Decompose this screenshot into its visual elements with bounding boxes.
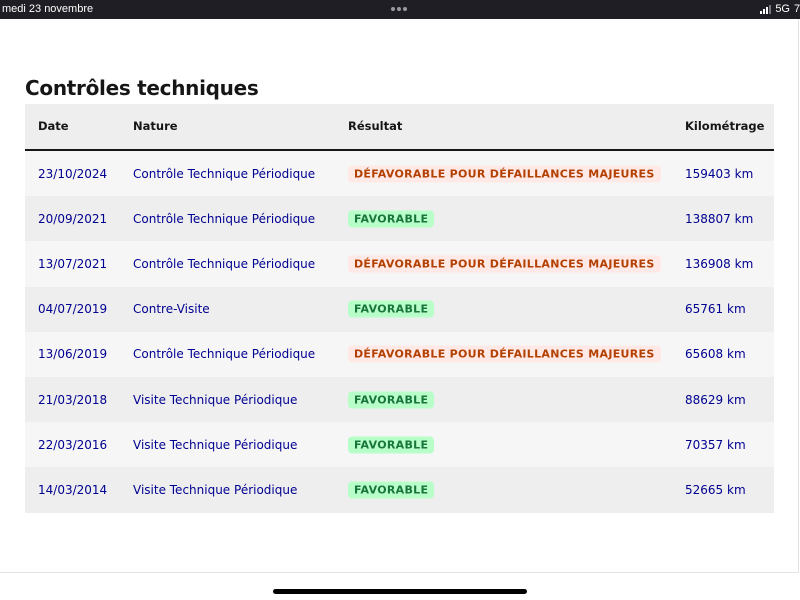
result-badge-favorable: FAVORABLE <box>348 300 435 318</box>
result-cell: FAVORABLE <box>348 210 435 228</box>
table-header: Date Nature Résultat Kilométrage <box>25 104 774 151</box>
result-badge-favorable: FAVORABLE <box>348 481 435 499</box>
table-row: 20/09/2021 Contrôle Technique Périodique… <box>25 196 774 242</box>
row-date: 23/10/2024 <box>38 166 108 181</box>
row-nature: Visite Technique Périodique <box>133 482 298 497</box>
row-km: 65608 km <box>685 347 746 362</box>
status-date: medi 23 novembre <box>2 3 94 15</box>
row-km: 88629 km <box>685 392 746 407</box>
table-row: 23/10/2024 Contrôle Technique Périodique… <box>25 151 774 197</box>
row-km: 70357 km <box>685 437 746 452</box>
row-km: 65761 km <box>685 302 746 317</box>
row-nature: Contrôle Technique Périodique <box>133 211 316 226</box>
battery-level: 7 <box>794 3 800 15</box>
table-row: 13/07/2021 Contrôle Technique Périodique… <box>25 241 774 287</box>
result-badge-unfavorable: DÉFAVORABLE POUR DÉFAILLANCES MAJEURES <box>348 165 661 183</box>
row-date: 20/09/2021 <box>38 211 108 226</box>
row-date: 04/07/2019 <box>38 302 108 317</box>
multitasking-dots-icon[interactable] <box>391 7 407 11</box>
table-row: 14/03/2014 Visite Technique Périodique F… <box>25 467 774 513</box>
row-km: 159403 km <box>685 166 754 181</box>
result-badge-favorable: FAVORABLE <box>348 391 435 409</box>
table-row: 21/03/2018 Visite Technique Périodique F… <box>25 376 774 423</box>
status-indicators: 5G 7 <box>760 3 800 15</box>
signal-icon <box>760 4 772 14</box>
row-date: 14/03/2014 <box>38 482 108 497</box>
result-badge-unfavorable: DÉFAVORABLE POUR DÉFAILLANCES MAJEURES <box>348 255 661 273</box>
header-result: Résultat <box>348 119 403 133</box>
row-date: 13/06/2019 <box>38 347 108 362</box>
header-km: Kilométrage <box>685 119 765 133</box>
row-date: 21/03/2018 <box>38 392 108 407</box>
row-nature: Contrôle Technique Périodique <box>133 166 316 181</box>
row-date: 22/03/2016 <box>38 437 108 452</box>
result-cell: DÉFAVORABLE POUR DÉFAILLANCES MAJEURES <box>348 345 661 363</box>
header-date: Date <box>38 119 69 133</box>
table-row: 22/03/2016 Visite Technique Périodique F… <box>25 422 774 468</box>
result-cell: FAVORABLE <box>348 481 435 499</box>
result-badge-favorable: FAVORABLE <box>348 436 435 454</box>
page-title: Contrôles techniques <box>25 76 259 100</box>
table-row: 13/06/2019 Contrôle Technique Périodique… <box>25 331 774 377</box>
inspections-table: Date Nature Résultat Kilométrage 23/10/2… <box>25 104 774 513</box>
row-km: 136908 km <box>685 256 754 271</box>
row-nature: Contrôle Technique Périodique <box>133 256 316 271</box>
result-cell: DÉFAVORABLE POUR DÉFAILLANCES MAJEURES <box>348 165 661 183</box>
network-label: 5G <box>775 3 790 15</box>
table-row: 04/07/2019 Contre-Visite FAVORABLE 65761… <box>25 286 774 332</box>
result-cell: FAVORABLE <box>348 300 435 318</box>
row-nature: Visite Technique Périodique <box>133 437 298 452</box>
result-badge-favorable: FAVORABLE <box>348 210 435 228</box>
result-cell: FAVORABLE <box>348 436 435 454</box>
status-bar: medi 23 novembre 5G 7 <box>0 0 800 19</box>
result-badge-unfavorable: DÉFAVORABLE POUR DÉFAILLANCES MAJEURES <box>348 345 661 363</box>
header-nature: Nature <box>133 119 178 133</box>
result-cell: FAVORABLE <box>348 391 435 409</box>
row-date: 13/07/2021 <box>38 256 108 271</box>
home-indicator[interactable] <box>273 589 527 594</box>
row-nature: Visite Technique Périodique <box>133 392 298 407</box>
row-km: 138807 km <box>685 211 754 226</box>
row-km: 52665 km <box>685 482 746 497</box>
result-cell: DÉFAVORABLE POUR DÉFAILLANCES MAJEURES <box>348 255 661 273</box>
row-nature: Contre-Visite <box>133 302 210 317</box>
row-nature: Contrôle Technique Périodique <box>133 347 316 362</box>
